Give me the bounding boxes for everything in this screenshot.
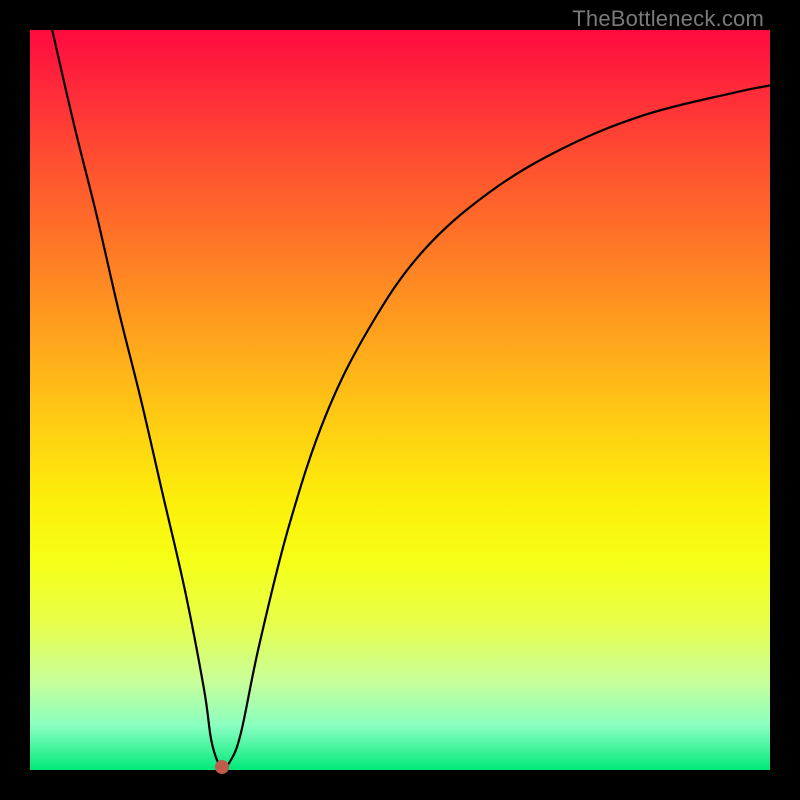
bottleneck-curve bbox=[52, 30, 770, 767]
watermark-text: TheBottleneck.com bbox=[572, 6, 764, 32]
optimum-marker bbox=[215, 760, 229, 774]
curve-layer bbox=[30, 30, 770, 770]
plot-area bbox=[30, 30, 770, 770]
chart-frame: TheBottleneck.com bbox=[0, 0, 800, 800]
